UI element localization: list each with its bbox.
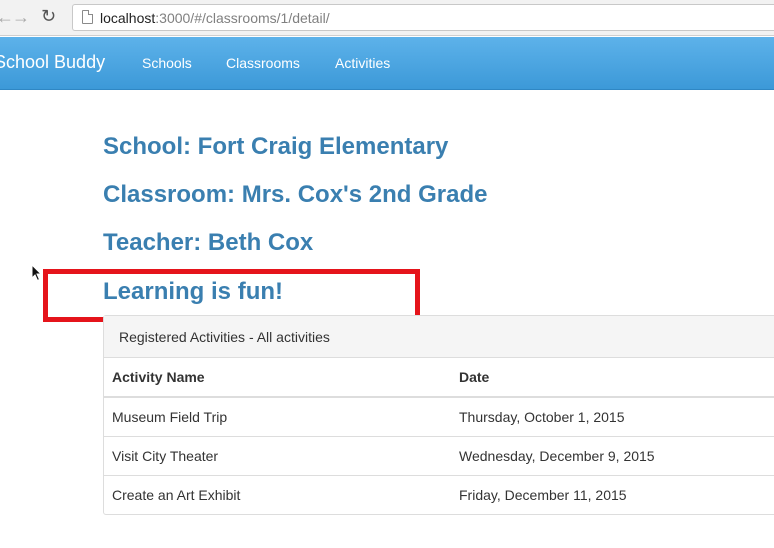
panel-heading: Registered Activities - All activities [104,316,774,358]
column-header-activity-name: Activity Name [104,358,451,398]
activities-table: Activity Name Date Museum Field Trip Thu… [104,358,774,514]
table-row: Create an Art Exhibit Friday, December 1… [104,475,774,514]
activity-name-cell: Create an Art Exhibit [112,486,241,503]
brand-link[interactable]: School Buddy [0,52,105,73]
url-path: :3000/#/classrooms/1/detail/ [155,10,330,26]
activity-date-cell: Friday, December 11, 2015 [459,486,627,503]
activities-panel: Registered Activities - All activities A… [103,315,774,515]
forward-arrow-icon[interactable]: → [12,6,30,28]
nav-schools-link[interactable]: Schools [142,55,192,71]
classroom-heading: Classroom: Mrs. Cox's 2nd Grade [103,181,488,208]
address-bar[interactable]: localhost:3000/#/classrooms/1/detail/ [72,4,774,31]
activity-name-cell: Visit City Theater [104,436,451,476]
activity-date-cell: Thursday, October 1, 2015 [451,397,774,437]
page-icon [82,10,93,24]
school-heading: School: Fort Craig Elementary [103,133,449,160]
table-header-row: Activity Name Date [104,358,774,398]
reload-icon[interactable]: ↻ [41,5,56,27]
activity-date-cell: Wednesday, December 9, 2015 [451,436,774,476]
mouse-pointer-icon [31,264,43,282]
nav-activities-link[interactable]: Activities [335,55,390,71]
nav-classrooms-link[interactable]: Classrooms [226,55,300,71]
column-header-date: Date [451,358,774,398]
browser-toolbar: ← → ↻ localhost:3000/#/classrooms/1/deta… [0,0,774,36]
url-host: localhost [100,10,156,26]
table-row: Museum Field Trip Thursday, October 1, 2… [104,397,774,437]
url-text[interactable]: localhost:3000/#/classrooms/1/detail/ [100,10,330,26]
teacher-heading: Teacher: Beth Cox [103,229,314,256]
table-row: Visit City Theater Wednesday, December 9… [104,436,774,476]
activity-name-cell: Museum Field Trip [104,397,451,437]
app-navbar: School Buddy Schools Classrooms Activiti… [0,37,774,90]
